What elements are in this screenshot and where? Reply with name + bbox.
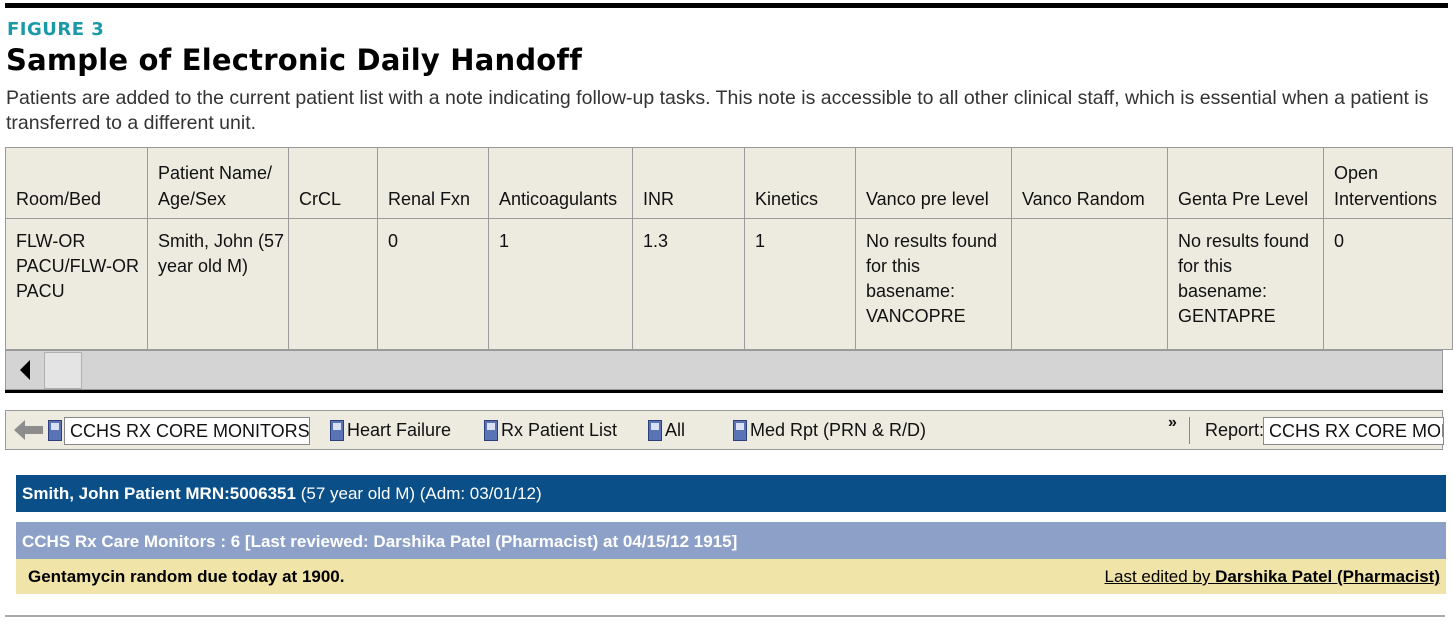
figure-bottom-rule bbox=[5, 615, 1445, 617]
left-triangle-icon bbox=[20, 360, 30, 380]
cell-inr: 1.3 bbox=[632, 218, 745, 350]
list-document-icon bbox=[48, 419, 62, 441]
patient-list-toolbar: CCHS RX CORE MONITORS Heart Failure Rx P… bbox=[5, 410, 1444, 450]
current-list-field[interactable]: CCHS RX CORE MONITORS bbox=[64, 417, 310, 445]
cell-kinetics: 1 bbox=[744, 218, 856, 350]
column-header-renal-fxn[interactable]: Renal Fxn bbox=[377, 147, 489, 219]
note-text: Gentamycin random due today at 1900. bbox=[28, 567, 345, 586]
table-header-row: Room/Bed Patient Name/ Age/Sex CrCL Rena… bbox=[5, 147, 1453, 219]
list-tab-label: Heart Failure bbox=[347, 419, 452, 440]
cell-vanco-random bbox=[1011, 218, 1168, 350]
horizontal-scrollbar[interactable] bbox=[5, 350, 1443, 390]
care-monitors-header[interactable]: CCHS Rx Care Monitors : 6 [Last reviewed… bbox=[16, 522, 1446, 559]
list-tab-label: Rx Patient List bbox=[501, 419, 618, 440]
list-document-icon bbox=[648, 419, 662, 441]
cell-patient: Smith, John (57 year old M) bbox=[147, 218, 289, 350]
figure-caption: Patients are added to the current patien… bbox=[6, 87, 1429, 134]
report-field[interactable]: CCHS RX CORE MONITO bbox=[1263, 417, 1444, 445]
figure-title: Sample of Electronic Daily Handoff bbox=[6, 43, 583, 77]
list-document-icon bbox=[733, 419, 747, 441]
list-icon-current bbox=[48, 411, 65, 449]
cell-open-interventions: 0 bbox=[1323, 218, 1453, 350]
list-tab-med-rpt[interactable]: Med Rpt (PRN & R/D) bbox=[733, 411, 926, 449]
last-edited-link[interactable]: Last edited by Darshika Patel (Pharmacis… bbox=[1105, 559, 1440, 594]
cell-anticoagulants: 1 bbox=[488, 218, 633, 350]
column-header-inr[interactable]: INR bbox=[632, 147, 745, 219]
cell-crcl bbox=[288, 218, 378, 350]
cell-vanco-pre-level: No results found for this basename: VANC… bbox=[855, 218, 1012, 350]
column-header-genta-pre-level[interactable]: Genta Pre Level bbox=[1167, 147, 1324, 219]
scroll-thumb[interactable] bbox=[44, 352, 82, 389]
cell-room-bed: FLW-OR PACU/FLW-OR PACU bbox=[5, 218, 148, 350]
column-header-anticoagulants[interactable]: Anticoagulants bbox=[488, 147, 633, 219]
report-label: Report: bbox=[1205, 419, 1265, 440]
list-document-icon bbox=[330, 419, 344, 441]
column-header-vanco-pre-level[interactable]: Vanco pre level bbox=[855, 147, 1012, 219]
list-tab-all[interactable]: All bbox=[648, 411, 685, 449]
list-tab-rx-patient-list[interactable]: Rx Patient List bbox=[484, 411, 617, 449]
scroll-left-button[interactable] bbox=[6, 351, 44, 389]
cell-renal-fxn: 0 bbox=[377, 218, 489, 350]
table-row[interactable]: FLW-OR PACU/FLW-OR PACU Smith, John (57 … bbox=[5, 218, 1453, 350]
toolbar-separator bbox=[1189, 417, 1190, 444]
patient-details: (57 year old M) (Adm: 03/01/12) bbox=[300, 484, 542, 503]
last-edited-by: Darshika Patel (Pharmacist) bbox=[1215, 567, 1440, 586]
figure-label: FIGURE 3 bbox=[7, 19, 105, 40]
column-header-open-interventions[interactable]: Open Interventions bbox=[1323, 147, 1453, 219]
patient-list-table: Room/Bed Patient Name/ Age/Sex CrCL Rena… bbox=[5, 147, 1453, 350]
last-edited-prefix: Last edited by bbox=[1104, 567, 1216, 586]
column-header-room-bed[interactable]: Room/Bed bbox=[5, 147, 148, 219]
back-arrow-icon bbox=[14, 420, 43, 440]
list-document-icon bbox=[484, 419, 498, 441]
column-header-crcl[interactable]: CrCL bbox=[288, 147, 378, 219]
column-header-vanco-random[interactable]: Vanco Random bbox=[1011, 147, 1168, 219]
section-divider bbox=[5, 390, 1443, 393]
patient-banner[interactable]: Smith, John Patient MRN:5006351 (57 year… bbox=[16, 475, 1446, 512]
list-tab-label: All bbox=[665, 419, 686, 440]
column-header-kinetics[interactable]: Kinetics bbox=[744, 147, 856, 219]
cell-genta-pre-level: No results found for this basename: GENT… bbox=[1167, 218, 1324, 350]
list-tab-heart-failure[interactable]: Heart Failure bbox=[330, 411, 451, 449]
overflow-chevron-icon[interactable]: » bbox=[1168, 404, 1177, 442]
patient-name-mrn: Smith, John Patient MRN:5006351 bbox=[22, 484, 296, 503]
back-button[interactable] bbox=[14, 411, 44, 449]
list-tab-label: Med Rpt (PRN & R/D) bbox=[750, 419, 927, 440]
handoff-note: Gentamycin random due today at 1900. Las… bbox=[16, 559, 1446, 594]
column-header-patient[interactable]: Patient Name/ Age/Sex bbox=[147, 147, 289, 219]
figure-top-rule bbox=[5, 3, 1448, 8]
